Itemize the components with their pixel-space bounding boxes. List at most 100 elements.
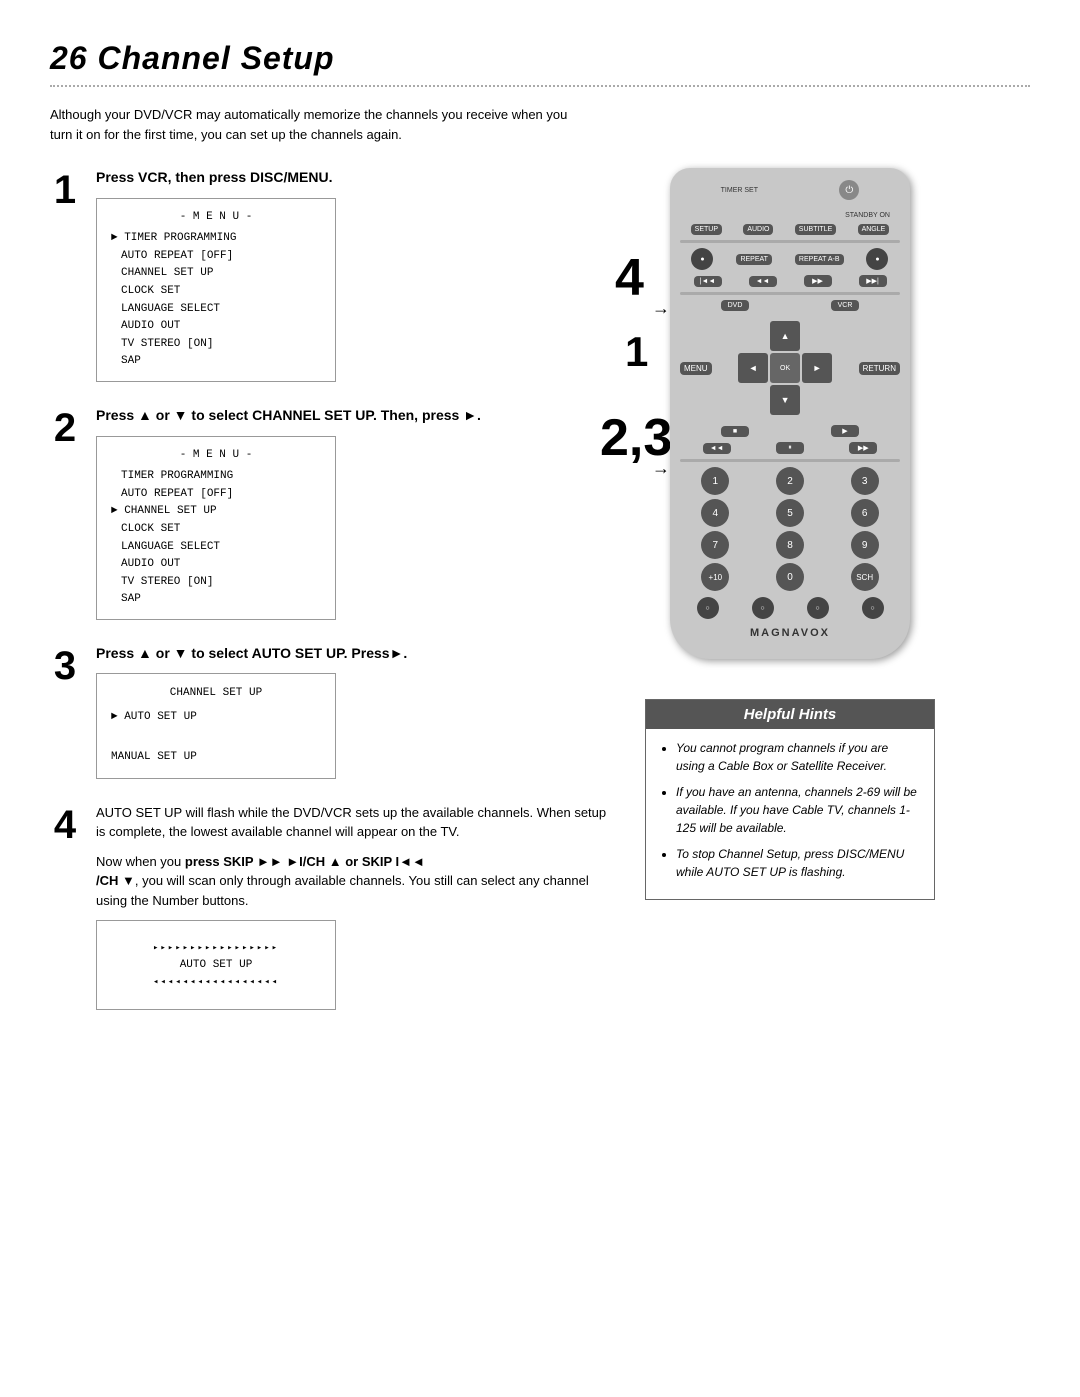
step-2-row: 2 Press ▲ or ▼ to select CHANNEL SET UP.…: [50, 406, 610, 620]
dpad: ▲ ◄ OK ► ▼: [738, 321, 832, 415]
num-4[interactable]: 4: [701, 499, 729, 527]
hint-item-0: You cannot program channels if you are u…: [676, 739, 920, 775]
menu-button[interactable]: MENU: [680, 362, 712, 375]
num-2[interactable]: 2: [776, 467, 804, 495]
step-1-menu-title: - M E N U -: [111, 209, 321, 227]
menu-item-4: LANGUAGE SELECT: [111, 301, 321, 319]
rew-button[interactable]: ◄◄: [703, 443, 731, 454]
setup-button[interactable]: SETUP: [691, 224, 722, 235]
dvd-button[interactable]: DVD: [721, 300, 749, 311]
num-1[interactable]: 1: [701, 467, 729, 495]
step-2-content: Press ▲ or ▼ to select CHANNEL SET UP. T…: [96, 406, 610, 620]
num-0[interactable]: 0: [776, 563, 804, 591]
repeat-ab-button[interactable]: REPEAT A-B: [795, 254, 844, 265]
dpad-empty-tr: [802, 321, 832, 351]
submenu-item-2: MANUAL SET UP: [111, 748, 321, 768]
round-btn-1[interactable]: ●: [691, 248, 713, 270]
remote-row-repeat: ● REPEAT REPEAT A-B ●: [680, 248, 900, 270]
step-3-number: 3: [50, 646, 80, 686]
menu-item-7: SAP: [111, 353, 321, 371]
num-5[interactable]: 5: [776, 499, 804, 527]
bottom-btn-1[interactable]: ○: [697, 597, 719, 619]
remote-step-label-1: 1: [625, 328, 648, 376]
skip-fwd3-button[interactable]: ▶▶|: [859, 275, 887, 287]
ff-button[interactable]: ▶▶: [849, 442, 877, 454]
dpad-area: MENU ▲ ◄ OK ► ▼ RETURN: [680, 317, 900, 419]
autosetup-dots-top: ▸▸▸▸▸▸▸▸▸▸▸▸▸▸▸▸▸: [153, 943, 279, 953]
stop-button[interactable]: ■: [721, 426, 749, 437]
autosetup-dots-bottom: ◂◂◂◂◂◂◂◂◂◂◂◂◂◂◂◂◂: [153, 977, 279, 987]
step2-menu-item-5: AUDIO OUT: [111, 556, 321, 574]
submenu-item-0: ► AUTO SET UP: [111, 708, 321, 728]
step-1-content: Press VCR, then press DISC/MENU. - M E N…: [96, 168, 610, 382]
autosetup-box: ▸▸▸▸▸▸▸▸▸▸▸▸▸▸▸▸▸ AUTO SET UP ◂◂◂◂◂◂◂◂◂◂…: [96, 920, 336, 1010]
pause-button[interactable]: ⏸: [776, 442, 804, 454]
intro-paragraph: Although your DVD/VCR may automatically …: [50, 105, 570, 144]
right-column: 4 1 2,3 → → TIMER SET ⏻ STANDBY ON SETUP…: [630, 168, 950, 1034]
step-3-content: Press ▲ or ▼ to select AUTO SET UP. Pres…: [96, 644, 610, 779]
skip-back-button[interactable]: |◄◄: [694, 276, 722, 287]
step2-menu-item-2: ► CHANNEL SET UP: [111, 503, 321, 521]
num-6[interactable]: 6: [851, 499, 879, 527]
remote-step-label-4: 4: [615, 248, 644, 308]
remote-row-transport2: ◄◄ ⏸ ▶▶: [680, 442, 900, 454]
arrow-indicator-1: →: [652, 298, 670, 319]
num-plus10[interactable]: +10: [701, 563, 729, 591]
dpad-left[interactable]: ◄: [738, 353, 768, 383]
repeat-button[interactable]: REPEAT: [736, 254, 772, 265]
remote-row-mode: DVD VCR: [680, 300, 900, 311]
hint-item-2: To stop Channel Setup, press DISC/MENU w…: [676, 845, 920, 881]
dpad-ok[interactable]: OK: [770, 353, 800, 383]
helpful-hints-box: Helpful Hints You cannot program channel…: [645, 699, 935, 900]
num-extra[interactable]: SCH: [851, 563, 879, 591]
num-3[interactable]: 3: [851, 467, 879, 495]
step-3-row: 3 Press ▲ or ▼ to select AUTO SET UP. Pr…: [50, 644, 610, 779]
step-2-number: 2: [50, 408, 80, 448]
step-1-number: 1: [50, 170, 80, 210]
num-8[interactable]: 8: [776, 531, 804, 559]
hint-item-1: If you have an antenna, channels 2-69 wi…: [676, 783, 920, 837]
remote-body: TIMER SET ⏻ STANDBY ON SETUP AUDIO SUBTI…: [670, 168, 910, 659]
step-4-text1: AUTO SET UP will flash while the DVD/VCR…: [96, 803, 610, 842]
step-3-submenu-box: CHANNEL SET UP ► AUTO SET UP MANUAL SET …: [96, 673, 336, 778]
step2-menu-item-7: SAP: [111, 591, 321, 609]
remote-area: 4 1 2,3 → → TIMER SET ⏻ STANDBY ON SETUP…: [670, 168, 910, 659]
submenu-title: CHANNEL SET UP: [111, 684, 321, 704]
numpad: 1 2 3 4 5 6 7 8 9 +10 0 SCH: [680, 467, 900, 591]
dpad-up[interactable]: ▲: [770, 321, 800, 351]
section-divider: [50, 85, 1030, 87]
step-1-instruction: Press VCR, then press DISC/MENU.: [96, 168, 610, 188]
autosetup-label: AUTO SET UP: [180, 959, 253, 971]
return-button[interactable]: RETURN: [859, 362, 900, 375]
step-3-instruction: Press ▲ or ▼ to select AUTO SET UP. Pres…: [96, 644, 610, 664]
step-4-number: 4: [50, 805, 80, 845]
round-btn-2[interactable]: ●: [866, 248, 888, 270]
skip-fwd-button[interactable]: ◄◄: [749, 276, 777, 287]
skip-fwd2-button[interactable]: ▶▶: [804, 275, 832, 287]
standby-button[interactable]: ⏻: [839, 180, 859, 200]
num-9[interactable]: 9: [851, 531, 879, 559]
step-2-menu-title: - M E N U -: [111, 447, 321, 465]
step2-menu-item-4: LANGUAGE SELECT: [111, 539, 321, 557]
dpad-right[interactable]: ►: [802, 353, 832, 383]
bottom-btn-3[interactable]: ○: [807, 597, 829, 619]
audio-button[interactable]: AUDIO: [743, 224, 773, 235]
left-column: 1 Press VCR, then press DISC/MENU. - M E…: [50, 168, 610, 1034]
menu-item-1: AUTO REPEAT [OFF]: [111, 248, 321, 266]
menu-item-0: ► TIMER PROGRAMMING: [111, 230, 321, 248]
bottom-btn-2[interactable]: ○: [752, 597, 774, 619]
dpad-empty-tl: [738, 321, 768, 351]
divider-2: [680, 292, 900, 295]
step2-menu-item-0: TIMER PROGRAMMING: [111, 468, 321, 486]
submenu-item-1: [111, 728, 321, 748]
play-button[interactable]: ▶: [831, 425, 859, 437]
step2-menu-item-6: TV STEREO [ON]: [111, 574, 321, 592]
remote-row-transport: ■ ▶: [680, 425, 900, 437]
vcr-button[interactable]: VCR: [831, 300, 859, 311]
bottom-btn-4[interactable]: ○: [862, 597, 884, 619]
dpad-down[interactable]: ▼: [770, 385, 800, 415]
num-7[interactable]: 7: [701, 531, 729, 559]
dpad-empty-bl: [738, 385, 768, 415]
angle-button[interactable]: ANGLE: [858, 224, 890, 235]
subtitle-button[interactable]: SUBTITLE: [795, 224, 836, 235]
